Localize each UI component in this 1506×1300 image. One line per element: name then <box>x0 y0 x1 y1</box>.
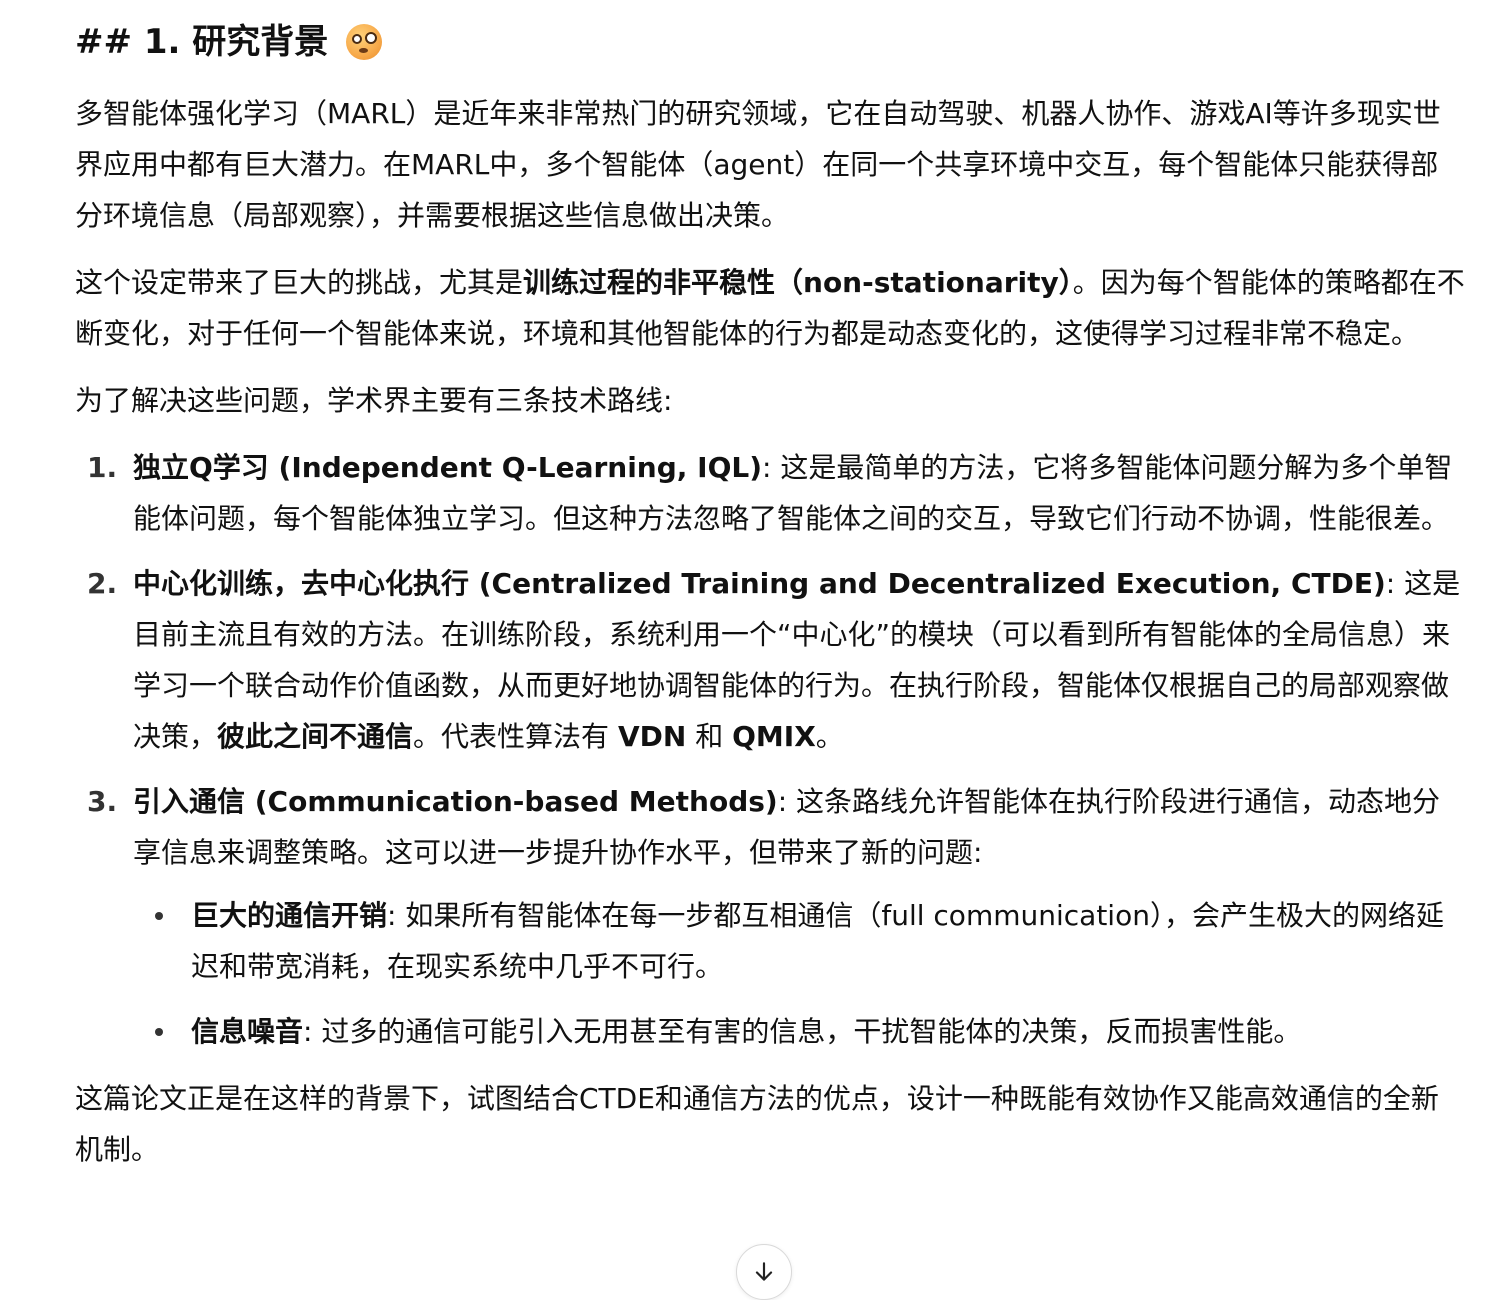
bullet-icon <box>155 1028 163 1036</box>
bold-non-stationarity: 训练过程的非平稳性（non-stationarity） <box>523 266 1073 299</box>
bold-vdn: VDN <box>617 720 687 753</box>
heading-text: ## 1. 研究背景 <box>75 22 329 62</box>
list-item: 1. 独立Q学习 (Independent Q-Learning, IQL): … <box>75 442 1465 544</box>
paragraph-intro: 多智能体强化学习（MARL）是近年来非常热门的研究领域，它在自动驾驶、机器人协作… <box>75 97 1441 232</box>
route-title: 中心化训练，去中心化执行 (Centralized Training and D… <box>133 567 1386 600</box>
route-title: 引入通信 (Communication-based Methods) <box>133 785 778 818</box>
route-title: 独立Q学习 (Independent Q-Learning, IQL) <box>133 451 763 484</box>
list-number: 2. <box>87 567 118 600</box>
bold-qmix: QMIX <box>732 720 816 753</box>
face-with-monocle-icon <box>346 24 383 60</box>
problem-title: 信息噪音 <box>191 1015 304 1048</box>
list-number: 1. <box>87 451 118 484</box>
paragraph-conclusion: 这篇论文正是在这样的背景下，试图结合CTDE和通信方法的优点，设计一种既能有效协… <box>75 1082 1439 1166</box>
problem-title: 巨大的通信开销 <box>191 899 388 932</box>
list-item: 2. 中心化训练，去中心化执行 (Centralized Training an… <box>75 558 1465 762</box>
arrow-down-icon <box>755 1262 773 1281</box>
list-item: 巨大的通信开销: 如果所有智能体在每一步都互相通信（full communica… <box>133 890 1465 992</box>
section-heading: ## 1. 研究背景 <box>75 18 1465 66</box>
paragraph-routes-intro: 为了解决这些问题，学术界主要有三条技术路线: <box>75 384 673 417</box>
routes-list: 1. 独立Q学习 (Independent Q-Learning, IQL): … <box>75 442 1465 1057</box>
paragraph-challenge: 这个设定带来了巨大的挑战，尤其是训练过程的非平稳性（non-stationari… <box>75 266 1465 350</box>
message-content: ## 1. 研究背景 多智能体强化学习（MARL）是近年来非常热门的研究领域，它… <box>75 18 1465 1191</box>
list-number: 3. <box>87 785 118 818</box>
list-item: 3. 引入通信 (Communication-based Methods): 这… <box>75 776 1465 1057</box>
bullet-icon <box>155 912 163 920</box>
list-item: 信息噪音: 过多的通信可能引入无用甚至有害的信息，干扰智能体的决策，反而损害性能… <box>133 1006 1465 1057</box>
bold-no-communication: 彼此之间不通信 <box>217 720 414 753</box>
problems-list: 巨大的通信开销: 如果所有智能体在每一步都互相通信（full communica… <box>133 890 1465 1057</box>
